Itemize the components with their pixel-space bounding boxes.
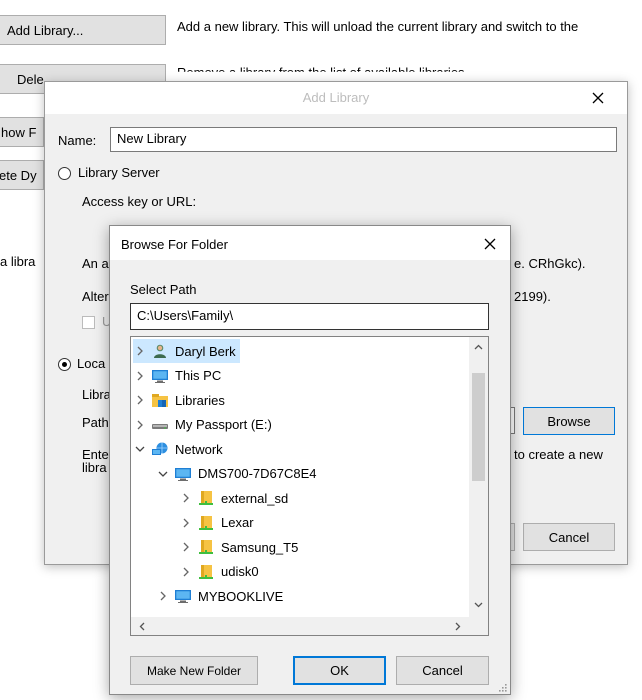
- cancel-button[interactable]: Cancel: [523, 523, 615, 551]
- cancel-button[interactable]: Cancel: [396, 656, 489, 685]
- close-icon[interactable]: [476, 234, 504, 254]
- path-field[interactable]: C:\Users\Family\: [130, 303, 489, 330]
- chevron-down-icon[interactable]: [133, 442, 147, 456]
- library-server-radio[interactable]: [58, 167, 71, 180]
- chevron-right-icon[interactable]: [133, 393, 147, 407]
- browse-button[interactable]: Browse: [523, 407, 615, 435]
- chevron-right-icon[interactable]: [133, 369, 147, 383]
- add-library-title: Add Library: [302, 90, 370, 105]
- add-library-description: Add a new library. This will unload the …: [177, 19, 579, 34]
- scroll-corner: [469, 617, 488, 635]
- libra-label: libra: [82, 460, 107, 475]
- browse-titlebar: Browse For Folder: [110, 226, 510, 260]
- tree-item-udisk0[interactable]: udisk0: [179, 560, 263, 584]
- tree-item-dms700-7d67c8e4[interactable]: DMS700-7D67C8E4: [156, 462, 321, 486]
- tree-item-label: udisk0: [221, 564, 259, 579]
- enter-right-text: to create a new: [514, 447, 603, 462]
- chevron-right-icon[interactable]: [133, 418, 147, 432]
- drive-icon: [151, 417, 169, 433]
- name-field[interactable]: New Library: [110, 127, 617, 152]
- partial-alter-right-text: 2199).: [514, 289, 551, 304]
- folder-tree[interactable]: Daryl Berk This PC Libraries My Passport (E…: [130, 336, 489, 636]
- share-folder-icon: [197, 539, 215, 555]
- share-folder-icon: [197, 564, 215, 580]
- chevron-right-icon[interactable]: [179, 565, 193, 579]
- chevron-right-icon[interactable]: [179, 516, 193, 530]
- horizontal-scrollbar[interactable]: [131, 617, 469, 635]
- tree-item-label: My Passport (E:): [175, 417, 272, 432]
- make-new-folder-button[interactable]: Make New Folder: [130, 656, 258, 685]
- tree-rows: Daryl Berk This PC Libraries My Passport (E…: [131, 337, 469, 617]
- chevron-right-icon[interactable]: [156, 589, 170, 603]
- tree-item-external-sd[interactable]: external_sd: [179, 486, 292, 510]
- tree-item-this-pc[interactable]: This PC: [133, 364, 225, 388]
- tree-item-libraries[interactable]: Libraries: [133, 388, 229, 412]
- tree-item-label: Daryl Berk: [175, 343, 236, 359]
- chevron-right-icon[interactable]: [179, 491, 193, 505]
- tree-item-label: Libraries: [175, 392, 225, 408]
- computer-icon: [174, 466, 192, 482]
- left-partial-text: a libra: [0, 254, 36, 269]
- checkbox[interactable]: [82, 316, 95, 329]
- ok-button[interactable]: OK: [293, 656, 386, 685]
- tree-item-label: Lexar: [221, 515, 254, 530]
- chevron-right-icon[interactable]: [133, 344, 147, 358]
- computer-icon: [151, 368, 169, 384]
- chevron-right-icon[interactable]: [179, 540, 193, 554]
- tree-item-label: Network: [175, 441, 223, 457]
- browse-title: Browse For Folder: [121, 237, 228, 252]
- scroll-left-arrow-icon[interactable]: [133, 617, 150, 635]
- tree-item-lexar[interactable]: Lexar: [179, 511, 258, 535]
- computer-icon: [174, 588, 192, 604]
- scroll-thumb[interactable]: [472, 373, 485, 481]
- local-library-radio[interactable]: [58, 358, 71, 371]
- tree-item-my-passport-e[interactable]: My Passport (E:): [133, 413, 276, 437]
- network-icon: [151, 441, 169, 457]
- close-icon[interactable]: [583, 86, 613, 110]
- browse-for-folder-dialog: Browse For Folder Select Path C:\Users\F…: [109, 225, 511, 695]
- tree-item-label: This PC: [175, 368, 222, 383]
- tree-item-mybooklive[interactable]: MYBOOKLIVE: [156, 584, 287, 608]
- add-library-button[interactable]: Add Library...: [0, 15, 166, 45]
- share-folder-icon: [197, 515, 215, 531]
- resize-grip-icon[interactable]: [496, 681, 508, 693]
- path-label: Path: [82, 415, 109, 430]
- tree-item-label: external_sd: [221, 490, 289, 506]
- library-label: Libra: [82, 387, 111, 402]
- local-library-label: Loca: [77, 356, 106, 371]
- select-path-label: Select Path: [130, 282, 197, 297]
- vertical-scrollbar[interactable]: [469, 337, 488, 617]
- tree-item-label: Samsung_T5: [221, 539, 299, 555]
- delete-library-description: Remove a library from the list of availa…: [177, 65, 469, 80]
- chevron-down-icon[interactable]: [156, 467, 170, 481]
- user-icon: [151, 343, 169, 359]
- share-folder-icon: [197, 490, 215, 506]
- library-server-label: Library Server: [78, 165, 160, 180]
- scroll-right-arrow-icon[interactable]: [449, 617, 466, 635]
- partial-an-right-text: e. CRhGkc).: [514, 256, 586, 271]
- scroll-down-arrow-icon[interactable]: [469, 595, 488, 614]
- tree-item-label: MYBOOKLIVE: [198, 588, 284, 604]
- name-label: Name:: [58, 133, 97, 148]
- access-key-label: Access key or URL:: [82, 194, 197, 209]
- add-library-titlebar: Add Library: [45, 82, 627, 114]
- tree-item-daryl-berk[interactable]: Daryl Berk: [133, 339, 240, 363]
- scroll-up-arrow-icon[interactable]: [469, 337, 488, 356]
- tree-item-samsung-t5[interactable]: Samsung_T5: [179, 535, 302, 559]
- partial-alter-text: Alter: [82, 289, 109, 304]
- libraries-icon: [151, 392, 169, 408]
- partial-an-text: An a: [82, 256, 109, 271]
- show-button[interactable]: how F: [0, 117, 44, 147]
- delete-dy-button[interactable]: ete Dy: [0, 160, 44, 190]
- tree-item-network[interactable]: Network: [133, 437, 227, 461]
- tree-item-label: DMS700-7D67C8E4: [198, 466, 317, 481]
